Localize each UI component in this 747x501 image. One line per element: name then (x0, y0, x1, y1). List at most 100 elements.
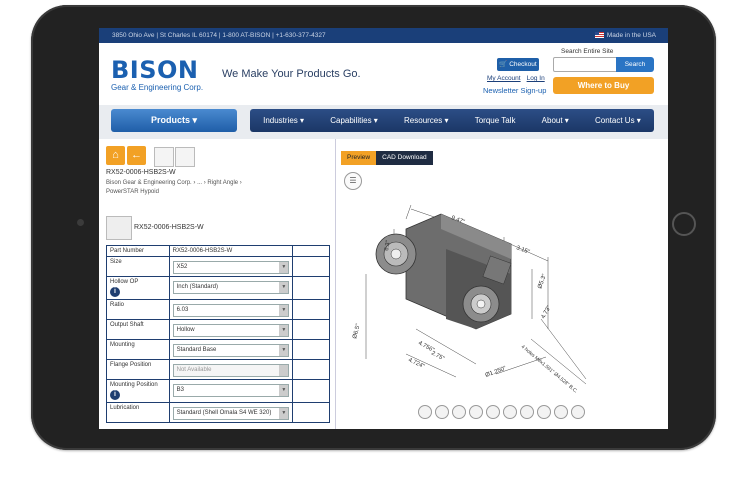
ratio-select[interactable]: 6.03 ▼ (172, 304, 290, 317)
right-view-icon[interactable] (486, 405, 500, 419)
size-select[interactable]: X52 ▼ (172, 261, 290, 274)
output-shaft-select[interactable]: Hollow ▼ (172, 324, 290, 337)
spec-key: Mounting (106, 339, 170, 360)
nav-item-torque-talk[interactable]: Torque Talk (475, 116, 516, 125)
breadcrumb: Bison Gear & Engineering Corp. › ... › R… (106, 180, 242, 195)
dropdown-arrow-icon: ▼ (279, 282, 289, 293)
search-input[interactable] (553, 57, 617, 72)
breadcrumb-item[interactable]: PowerSTAR Hypoid (106, 189, 159, 195)
where-to-buy-button[interactable]: Where to Buy (553, 77, 654, 94)
checkout-button[interactable]: 🛒 Checkout (497, 58, 539, 71)
info-icon[interactable]: i (110, 287, 120, 297)
nav-item-industries[interactable]: Industries ▾ (263, 116, 304, 125)
spec-cell: 6.03 ▼ (168, 299, 294, 320)
spec-extra (292, 379, 330, 403)
tab-preview[interactable]: Preview (341, 151, 377, 165)
spec-key: Lubrication (106, 402, 170, 423)
back-view-icon[interactable] (452, 405, 466, 419)
dropdown-arrow-icon: ▼ (279, 325, 289, 336)
made-in-label: Made in the USA (606, 32, 656, 39)
nav-label: Industries (263, 116, 298, 125)
select-value: Inch (Standard) (176, 284, 218, 290)
spec-cell: Hollow ▼ (168, 319, 294, 340)
part-number-heading: RX52-0006-HSB2S-W (106, 169, 176, 176)
select-value: Standard (Shell Omala S4 WE 320) (176, 410, 272, 416)
products-label: Products (150, 115, 190, 125)
settings-view-icon[interactable] (571, 405, 585, 419)
checkout-label: Checkout (509, 61, 537, 68)
nav-item-about[interactable]: About ▾ (542, 116, 569, 125)
dim-label: 3.15" (515, 245, 530, 255)
spec-key: Part Number (106, 245, 170, 257)
dropdown-arrow-icon (279, 365, 289, 376)
home-icon[interactable]: ⌂ (106, 146, 125, 165)
hollow-op-select[interactable]: Inch (Standard) ▼ (172, 281, 290, 294)
log-in-link[interactable]: Log In (527, 75, 545, 82)
table-row: Flange Position Not Available (106, 359, 330, 380)
camera-icon (77, 219, 84, 226)
search-label: Search Entire Site (561, 48, 614, 55)
gearbox-thumb-icon[interactable] (175, 147, 195, 167)
main-nav: Industries ▾ Capabilities ▾ Resources ▾ … (250, 109, 654, 132)
spec-cell: Inch (Standard) ▼ (168, 276, 294, 300)
dim-label: Ø6.5" (352, 323, 362, 339)
nav-label: Contact Us (595, 116, 635, 125)
fit-view-icon[interactable] (554, 405, 568, 419)
spec-cell: Not Available (168, 359, 294, 380)
dim-label: 4 holes M8x1.591" Ø4.528" B.C. (520, 344, 579, 394)
preview-panel: Preview CAD Download ☰ 9.47" 3.15" 4.73"… (336, 139, 668, 429)
rotate-view-icon[interactable] (418, 405, 432, 419)
table-row: Hollow OP i Inch (Standard) ▼ (106, 276, 330, 300)
dim-label: Ø5.3" (537, 273, 548, 289)
top-info-bar: 3850 Ohio Ave | St Charles IL 60174 | 1-… (99, 28, 668, 43)
spec-extra (292, 299, 330, 320)
bison-logo[interactable]: BISON Gear & Engineering Corp. (111, 58, 203, 93)
products-menu-button[interactable]: Products ▾ (111, 109, 237, 132)
spec-key: Mounting Position (110, 382, 158, 388)
home-button[interactable] (672, 212, 696, 236)
newsletter-link[interactable]: Newsletter Sign-up (483, 86, 546, 95)
gearbox-drawing[interactable]: 9.47" 3.15" 4.73" Ø6.5" 2.75" 4.724" Ø1.… (336, 179, 668, 394)
dim-label: 4.73" (541, 305, 553, 320)
spec-cell: X52 ▼ (168, 256, 294, 277)
view-toolbar (418, 405, 585, 419)
dropdown-arrow-icon: ▼ (279, 385, 289, 396)
my-account-link[interactable]: My Account (487, 75, 521, 82)
nav-label: Resources (404, 116, 443, 125)
mounting-select[interactable]: Standard Base ▼ (172, 344, 290, 357)
iso-view-icon[interactable] (537, 405, 551, 419)
tablet-frame: 3850 Ohio Ave | St Charles IL 60174 | 1-… (31, 5, 716, 450)
configurator-panel: ⌂ ← RX52-0006-HSB2S-W Bison Gear & Engin… (99, 139, 336, 429)
top-view-icon[interactable] (503, 405, 517, 419)
select-value: X52 (176, 264, 188, 270)
table-row: Lubrication Standard (Shell Omala S4 WE … (106, 402, 330, 423)
tagline: We Make Your Products Go. (222, 68, 361, 80)
tab-cad-download[interactable]: CAD Download (376, 151, 433, 165)
breadcrumb-item[interactable]: ... (197, 180, 202, 186)
breadcrumb-item[interactable]: Bison Gear & Engineering Corp. (106, 180, 192, 186)
spec-extra (292, 339, 330, 360)
gearbox-body (375, 213, 512, 330)
nav-item-contact-us[interactable]: Contact Us ▾ (595, 116, 641, 125)
bison-thumb-icon[interactable] (154, 147, 174, 167)
spec-cell: Standard Base ▼ (168, 339, 294, 360)
bottom-view-icon[interactable] (520, 405, 534, 419)
search-button[interactable]: Search (616, 57, 654, 72)
dim-label: 4.756" (417, 340, 435, 353)
nav-item-capabilities[interactable]: Capabilities ▾ (330, 116, 378, 125)
dropdown-arrow-icon: ▼ (279, 345, 289, 356)
back-arrow-icon[interactable]: ← (127, 146, 146, 165)
select-value: Standard Base (176, 347, 217, 353)
nav-label: Capabilities (330, 116, 372, 125)
left-view-icon[interactable] (469, 405, 483, 419)
select-value: Not Available (176, 367, 212, 373)
info-icon[interactable]: i (110, 390, 120, 400)
part-thumbnail (106, 216, 132, 240)
breadcrumb-item[interactable]: Right Angle (207, 180, 238, 186)
mounting-position-select[interactable]: B3 ▼ (172, 384, 290, 397)
nav-item-resources[interactable]: Resources ▾ (404, 116, 449, 125)
table-row: Size X52 ▼ (106, 256, 330, 277)
lubrication-select[interactable]: Standard (Shell Omala S4 WE 320) ▼ (172, 407, 290, 420)
screen: 3850 Ohio Ave | St Charles IL 60174 | 1-… (99, 28, 668, 429)
front-view-icon[interactable] (435, 405, 449, 419)
